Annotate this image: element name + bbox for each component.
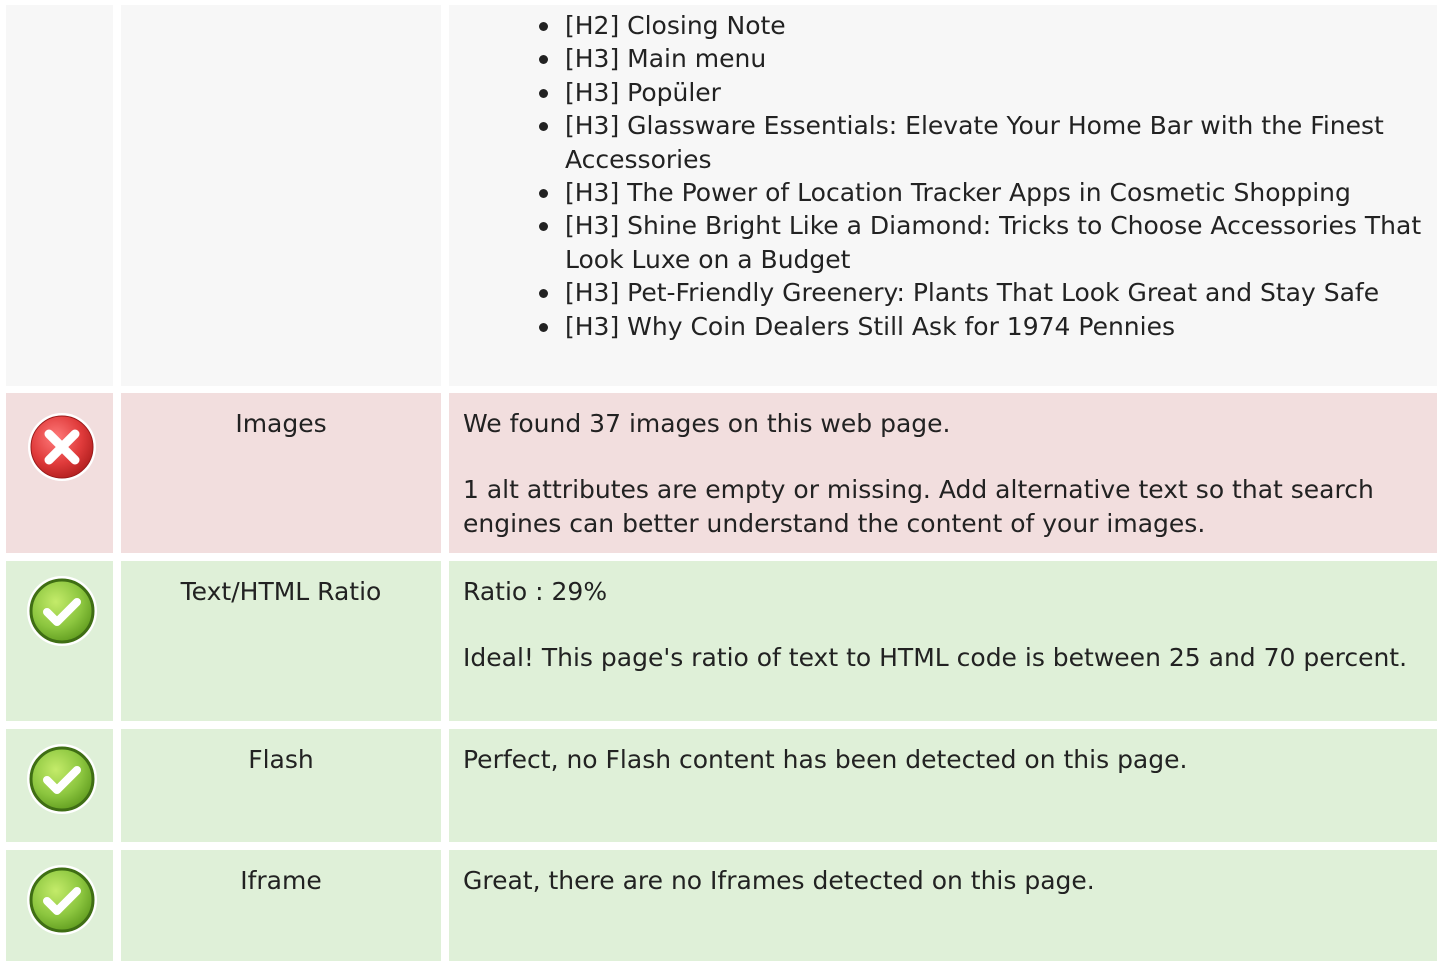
heading-list-item: [H2] Closing Note (539, 9, 1429, 42)
seo-report-table: [H2] Closing Note [H3] Main menu [H3] Po… (0, 0, 1446, 961)
headings-list: [H2] Closing Note [H3] Main menu [H3] Po… (539, 9, 1429, 343)
heading-list-item: [H3] Popüler (539, 76, 1429, 109)
images-row: Images We found 37 images on this web pa… (0, 393, 1446, 553)
flash-label: Flash (248, 745, 314, 774)
images-alt-text: 1 alt attributes are empty or missing. A… (463, 475, 1374, 538)
heading-list-item: [H3] Pet-Friendly Greenery: Plants That … (539, 276, 1429, 309)
heading-list-item: [H3] Main menu (539, 42, 1429, 75)
ratio-body-cell: Ratio : 29% Ideal! This page's ratio of … (449, 561, 1437, 721)
check-icon (26, 744, 97, 814)
error-x-icon (27, 413, 96, 481)
iframe-description: Great, there are no Iframes detected on … (463, 864, 1423, 897)
headings-icon-cell (6, 5, 113, 386)
headings-body-cell: [H2] Closing Note [H3] Main menu [H3] Po… (449, 5, 1437, 386)
ratio-name-cell: Text/HTML Ratio (121, 561, 441, 721)
flash-icon-cell (6, 729, 113, 842)
iframe-icon-cell (6, 850, 113, 961)
images-description: We found 37 images on this web page. 1 a… (463, 407, 1423, 540)
images-icon-cell (6, 393, 113, 553)
ratio-value-text: Ratio : 29% (463, 577, 608, 606)
iframe-name-cell: Iframe (121, 850, 441, 961)
ratio-icon-cell (6, 561, 113, 721)
images-body-cell: We found 37 images on this web page. 1 a… (449, 393, 1437, 553)
flash-result-text: Perfect, no Flash content has been detec… (463, 745, 1188, 774)
flash-description: Perfect, no Flash content has been detec… (463, 743, 1423, 776)
headings-name-cell (121, 5, 441, 386)
images-label: Images (235, 409, 327, 438)
check-icon (26, 576, 97, 646)
images-count-text: We found 37 images on this web page. (463, 409, 951, 438)
heading-list-item: [H3] Shine Bright Like a Diamond: Tricks… (539, 209, 1429, 276)
iframe-row: Iframe Great, there are no Iframes detec… (0, 850, 1446, 961)
headings-row: [H2] Closing Note [H3] Main menu [H3] Po… (0, 5, 1446, 386)
flash-body-cell: Perfect, no Flash content has been detec… (449, 729, 1437, 842)
images-name-cell: Images (121, 393, 441, 553)
iframe-body-cell: Great, there are no Iframes detected on … (449, 850, 1437, 961)
flash-row: Flash Perfect, no Flash content has been… (0, 729, 1446, 842)
ratio-description: Ratio : 29% Ideal! This page's ratio of … (463, 575, 1423, 675)
heading-list-item: [H3] The Power of Location Tracker Apps … (539, 176, 1429, 209)
ratio-row: Text/HTML Ratio Ratio : 29% Ideal! This … (0, 561, 1446, 721)
check-icon (26, 865, 97, 935)
iframe-label: Iframe (240, 866, 322, 895)
heading-list-item: [H3] Glassware Essentials: Elevate Your … (539, 109, 1429, 176)
heading-list-item: [H3] Why Coin Dealers Still Ask for 1974… (539, 310, 1429, 343)
flash-name-cell: Flash (121, 729, 441, 842)
iframe-result-text: Great, there are no Iframes detected on … (463, 866, 1095, 895)
ratio-label: Text/HTML Ratio (180, 577, 382, 606)
ratio-advice-text: Ideal! This page's ratio of text to HTML… (463, 643, 1408, 673)
